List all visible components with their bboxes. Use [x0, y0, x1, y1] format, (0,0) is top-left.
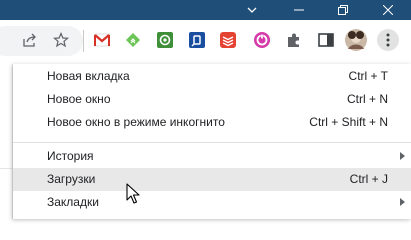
menu-item-label: Новое окно: [47, 92, 111, 106]
menu-item-shortcut: Ctrl + N: [346, 92, 388, 106]
todoist-extension[interactable]: [218, 30, 238, 50]
minimize-icon: [294, 9, 304, 11]
pink-app-icon: [254, 32, 270, 48]
menu-item-label: Загрузки: [47, 172, 96, 186]
browser-toolbar: [0, 20, 411, 64]
chevron-down-icon: [247, 7, 257, 13]
menu-item-label: Новое окно в режиме инкогнито: [47, 115, 225, 129]
restore-button[interactable]: [323, 0, 363, 20]
menu-item-label: Закладки: [47, 195, 99, 209]
chrome-menu: Новая вкладка Ctrl + T Новое окно Ctrl +…: [13, 64, 411, 219]
menu-item-shortcut: Ctrl + J: [349, 172, 388, 186]
restore-icon: [338, 5, 348, 15]
kebab-menu-icon: [386, 33, 390, 47]
mouse-cursor-icon: [126, 183, 140, 204]
feedly-icon: [126, 33, 140, 47]
side-panel-button[interactable]: [316, 30, 336, 50]
menu-item-new-window[interactable]: Новое окно Ctrl + N: [13, 88, 411, 111]
menu-separator: [13, 142, 411, 143]
avatar: [345, 29, 367, 51]
menu-item-downloads[interactable]: Загрузки Ctrl + J: [13, 168, 411, 191]
menu-item-new-incognito-window[interactable]: Новое окно в режиме инкогнито Ctrl + Shi…: [13, 111, 411, 134]
menu-item-history[interactable]: История: [13, 145, 411, 168]
gmail-extension[interactable]: [92, 30, 112, 50]
menu-item-bookmarks[interactable]: Закладки: [13, 191, 411, 214]
share-icon: [23, 33, 36, 47]
pink-app-extension[interactable]: [252, 30, 272, 50]
star-icon: [53, 32, 69, 48]
chrome-menu-button[interactable]: [377, 29, 399, 51]
toolbar-divider: [83, 30, 84, 52]
submenu-arrow-icon: [400, 152, 405, 160]
menu-item-label: Новая вкладка: [47, 69, 130, 83]
tab-search-button[interactable]: [232, 0, 272, 20]
menu-item-new-tab[interactable]: Новая вкладка Ctrl + T: [13, 65, 411, 88]
minimize-button[interactable]: [279, 0, 319, 20]
page-divider: [0, 168, 12, 169]
extensions-button[interactable]: [284, 30, 304, 50]
puzzle-icon: [288, 33, 299, 47]
sidebar-icon: [318, 33, 334, 47]
gmail-icon: [94, 33, 110, 47]
feedly-extension[interactable]: [123, 30, 143, 50]
blue-app-icon: [189, 32, 205, 48]
green-app-icon: [157, 32, 173, 48]
close-icon: [383, 5, 393, 15]
bookmark-star-button[interactable]: [51, 30, 71, 50]
share-button[interactable]: [20, 30, 40, 50]
green-app-extension[interactable]: [155, 30, 175, 50]
title-bar: [0, 0, 411, 20]
page-content: [0, 64, 13, 219]
todoist-icon: [220, 32, 236, 48]
submenu-arrow-icon: [400, 198, 405, 206]
menu-item-label: История: [47, 149, 94, 163]
menu-item-shortcut: Ctrl + T: [348, 69, 388, 83]
close-button[interactable]: [368, 0, 408, 20]
menu-item-shortcut: Ctrl + Shift + N: [309, 115, 388, 129]
profile-button[interactable]: [345, 29, 367, 51]
blue-app-extension[interactable]: [187, 30, 207, 50]
